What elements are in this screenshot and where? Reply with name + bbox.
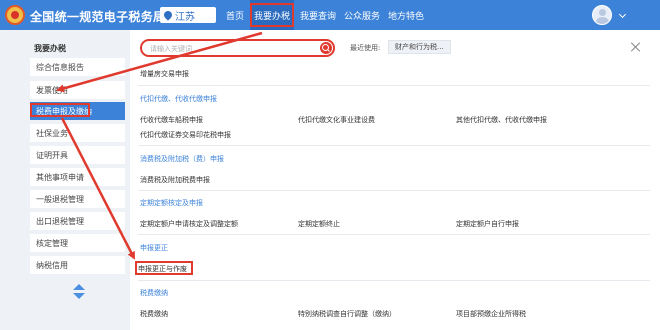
main-panel: 请输入关键词 最近使用: 财产和行为税... 增量房交易申报 代扣代缴、代收代缴…: [130, 30, 660, 330]
divider: [138, 85, 650, 86]
service-link[interactable]: 代收代缴车船税申报: [140, 115, 203, 125]
correction-highlight-box: [135, 261, 193, 275]
sidebar-title: 我要办税: [34, 44, 66, 53]
sidebar-item-general-refund[interactable]: 一般退税管理: [30, 190, 125, 208]
nav-local-features[interactable]: 地方特色: [388, 0, 424, 30]
nav-query[interactable]: 我要查询: [300, 0, 336, 30]
recent-tag[interactable]: 财产和行为税...: [388, 40, 451, 54]
section-title-payment: 税费缴纳: [140, 289, 168, 297]
sidebar-item-info-report[interactable]: 综合信息报告: [30, 58, 125, 76]
divider: [138, 190, 650, 191]
scroll-up-icon[interactable]: [73, 284, 85, 290]
service-link[interactable]: 其他代扣代缴、代收代缴申报: [456, 115, 547, 125]
service-link[interactable]: 项目部预缴企业所得税: [456, 309, 526, 319]
sidebar-item-certificate[interactable]: 证明开具: [30, 146, 125, 164]
service-link[interactable]: 代扣代缴证券交易印花税申报: [140, 130, 231, 140]
service-link[interactable]: 增量房交易申报: [140, 69, 189, 79]
service-link[interactable]: 代扣代缴文化事业建设费: [298, 115, 375, 125]
section-title-fixed-quota: 定期定额核定及申报: [140, 199, 203, 207]
sidebar-item-social-security[interactable]: 社保业务: [30, 124, 125, 142]
sidebar-scroll[interactable]: [73, 284, 85, 300]
service-link[interactable]: 特别纳税调查自行调整（缴纳）: [298, 309, 396, 319]
top-bar: 全国统一规范电子税务局 江苏 首页 我要办税 我要查询 公众服务 地方特色: [0, 0, 660, 30]
close-icon[interactable]: [631, 42, 641, 52]
scroll-down-icon[interactable]: [73, 293, 85, 299]
service-link[interactable]: 定期定额户自行申报: [456, 219, 519, 229]
sidebar: 我要办税 综合信息报告 发票使用 税费申报及缴纳 社保业务 证明开具 其他事项申…: [0, 30, 130, 330]
region-selector[interactable]: 江苏: [160, 7, 216, 23]
sidebar-item-export-refund[interactable]: 出口退税管理: [30, 212, 125, 230]
sidebar-highlight-box: [30, 103, 90, 117]
section-title-consumption-tax: 消费税及附加税（费）申报: [140, 155, 224, 163]
sidebar-item-assessment[interactable]: 核定管理: [30, 234, 125, 252]
nav-highlight-box: [250, 3, 294, 27]
sidebar-item-invoice[interactable]: 发票使用: [30, 81, 125, 99]
sidebar-item-other-requests[interactable]: 其他事项申请: [30, 168, 125, 186]
region-label: 江苏: [175, 11, 195, 23]
emblem-icon: [5, 5, 25, 25]
section-title-withholding: 代扣代缴、代收代缴申报: [140, 95, 217, 103]
section-title-correction: 申报更正: [140, 244, 168, 252]
nav-home[interactable]: 首页: [226, 0, 244, 30]
recent-label: 最近使用:: [350, 44, 381, 52]
page: 全国统一规范电子税务局 江苏 首页 我要办税 我要查询 公众服务 地方特色 我要…: [0, 0, 660, 330]
service-link[interactable]: 消费税及附加税费申报: [140, 175, 210, 185]
divider: [138, 280, 650, 281]
service-link[interactable]: 定期定额户申请核定及调整定额: [140, 219, 238, 229]
location-pin-icon: [162, 9, 174, 21]
sidebar-item-credit[interactable]: 纳税信用: [30, 256, 125, 274]
search-input[interactable]: 请输入关键词: [140, 39, 335, 57]
avatar-icon[interactable]: [592, 5, 612, 25]
nav-public-service[interactable]: 公众服务: [344, 0, 380, 30]
service-link[interactable]: 税费缴纳: [140, 309, 168, 319]
service-link[interactable]: 定期定额终止: [298, 219, 340, 229]
site-title[interactable]: 全国统一规范电子税务局: [30, 8, 165, 25]
search-placeholder: 请输入关键词: [150, 45, 192, 53]
divider: [138, 145, 650, 146]
search-icon[interactable]: [320, 42, 332, 54]
chevron-down-icon[interactable]: [618, 10, 627, 19]
divider: [138, 234, 650, 235]
